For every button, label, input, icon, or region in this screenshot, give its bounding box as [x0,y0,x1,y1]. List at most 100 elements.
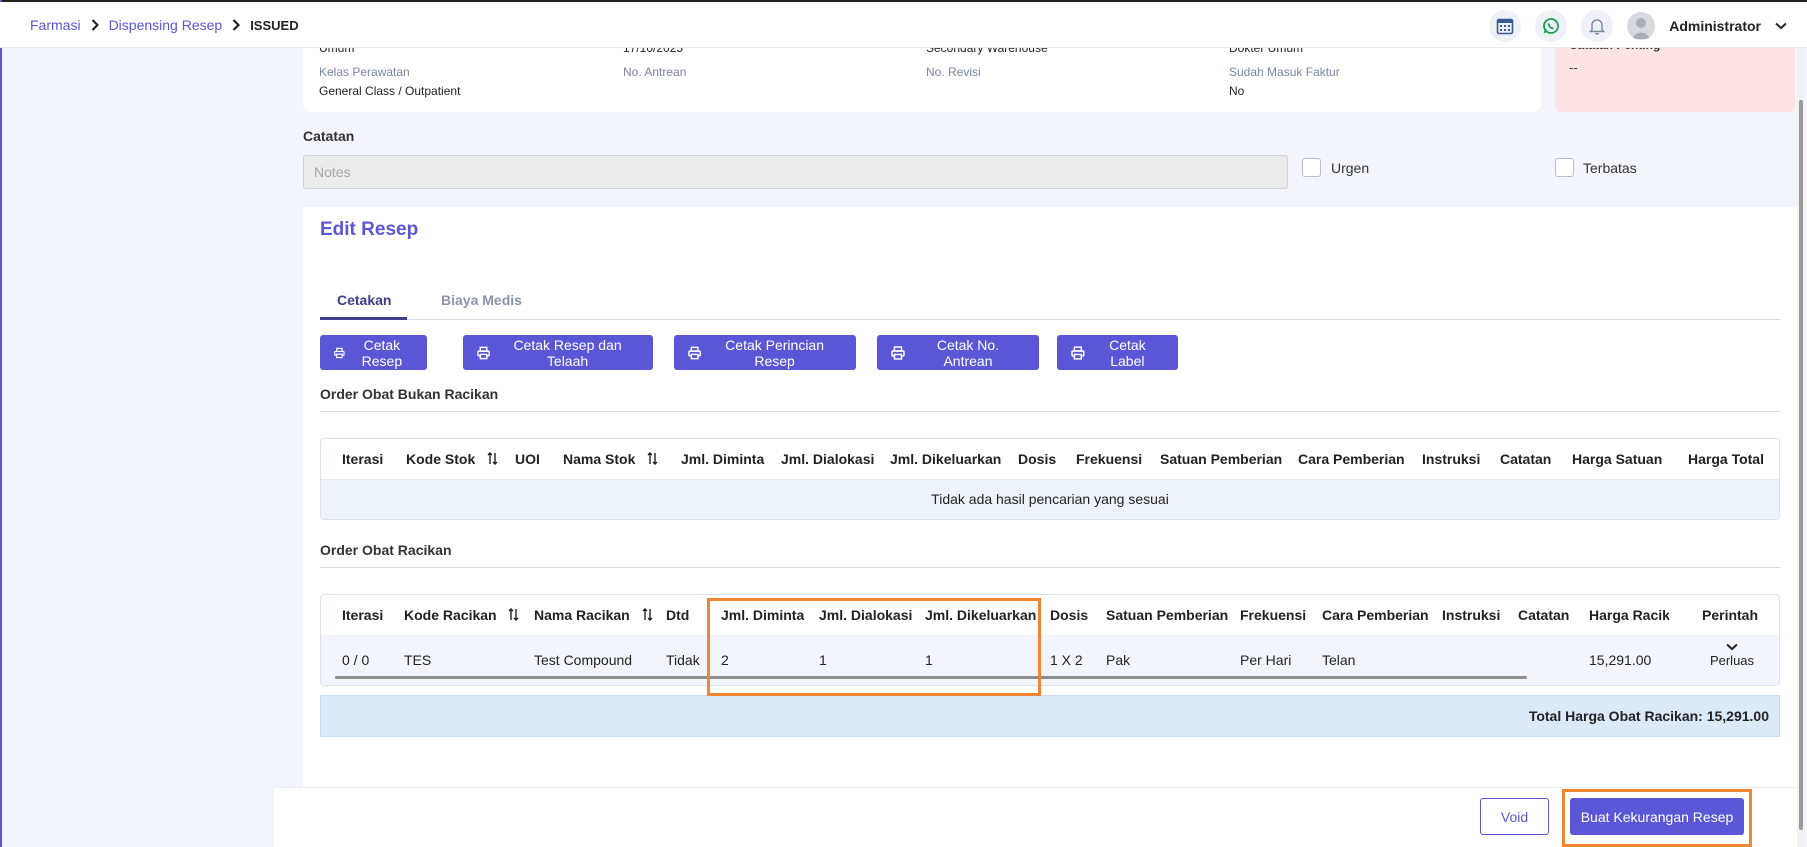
column-header: Catatan [1500,451,1552,467]
page-scrollbar-thumb[interactable] [1799,100,1803,830]
column-header-label: Nama Racikan [534,607,630,623]
cell-route: Telan [1322,652,1356,668]
table-empty-row: Tidak ada hasil pencarian yang sesuai [321,479,1779,519]
printer-icon [1071,345,1085,360]
table-header: Iterasi Kode Racikan Nama Racikan Dtd Jm… [321,595,1779,635]
cell-compound-code: TES [404,652,432,668]
printer-icon [891,345,905,360]
printer-icon [477,346,490,359]
printer-icon [688,346,701,359]
expand-button[interactable]: Perluas [1686,639,1778,668]
column-header: Perintah [1702,607,1759,623]
cell-compound-price: 15,291.00 [1589,652,1652,668]
calendar-button[interactable] [1489,10,1522,42]
info-value: No [1229,84,1245,98]
print-prescription-detail-label: Cetak Perincian Resep [725,336,824,369]
column-header-sortable[interactable]: Kode Racikan [404,607,519,623]
cell-unit: Pak [1106,652,1131,668]
active-tab-indicator [320,317,407,320]
non-compound-title: Order Obat Bukan Racikan [320,386,499,402]
compound-total-bar: Total Harga Obat Racikan: 15,291.00 [320,695,1780,737]
cell-iteration: 0 / 0 [342,652,370,668]
window-left-edge [0,0,2,847]
column-header: Frekuensi [1240,607,1307,623]
column-header: Harga Satuan [1572,451,1663,467]
header-actions: Administrator [1489,10,1787,42]
column-header: UOI [515,451,540,467]
column-header-sortable[interactable]: Kode Stok [406,451,498,467]
section-divider [320,567,1780,568]
chevron-down-icon[interactable] [1775,22,1787,30]
column-header: Jml. Diminta [681,451,765,467]
tab-biaya-medis[interactable]: Biaya Medis [441,292,522,308]
breadcrumb: Farmasi Dispensing Resep ISSUED [30,17,299,33]
sort-icon [647,452,658,465]
column-header: Iterasi [342,607,384,623]
cell-dose: 1 X 2 [1050,652,1083,668]
compound-table: Iterasi Kode Racikan Nama Racikan Dtd Jm… [320,594,1780,686]
print-label-button[interactable]: Cetak Label [1057,335,1178,370]
print-queue-number-label: Cetak No. Antrean [936,336,1000,369]
edit-prescription-card: Edit Resep Cetakan Biaya Medis Cetak Res… [303,207,1797,787]
non-compound-table: Iterasi Kode Stok UOI Nama Stok Jml. Dim… [320,438,1780,520]
calendar-icon [1496,18,1514,35]
notes-input[interactable] [303,155,1288,189]
column-header: Satuan Pemberian [1160,451,1283,467]
column-header-label: Kode Stok [406,451,476,467]
breadcrumb-dispensing-resep[interactable]: Dispensing Resep [109,17,223,33]
whatsapp-button[interactable] [1535,10,1568,42]
print-label-label: Cetak Label [1109,336,1146,369]
column-header: Frekuensi [1076,451,1143,467]
table-header: Iterasi Kode Stok UOI Nama Stok Jml. Dim… [321,439,1779,479]
info-label: Kelas Perawatan [319,65,410,79]
info-value: General Class / Outpatient [319,84,461,98]
column-header: Dosis [1018,451,1057,467]
top-bar: Farmasi Dispensing Resep ISSUED Administ… [0,2,1807,48]
notification-button[interactable] [1581,10,1614,42]
avatar-icon [1631,18,1652,39]
column-header: Catatan [1518,607,1570,623]
quantity-columns-highlight [707,598,1041,696]
user-name[interactable]: Administrator [1669,18,1761,34]
column-header-label: Nama Stok [563,451,636,467]
tab-bar: Cetakan Biaya Medis [320,282,1780,320]
print-prescription-button[interactable]: Cetak Resep [320,335,427,370]
column-header: Harga Racikan [1589,607,1669,623]
print-prescription-label: Cetak Resep [361,336,403,369]
tab-cetakan[interactable]: Cetakan [337,292,391,308]
sort-icon [508,608,519,621]
info-label: Sudah Masuk Faktur [1229,65,1340,79]
column-header: Jml. Dialokasi [781,451,875,467]
print-queue-number-button[interactable]: Cetak No. Antrean [877,335,1039,370]
restricted-checkbox[interactable] [1555,158,1574,177]
restricted-label: Terbatas [1583,160,1637,176]
column-header: Dtd [666,607,690,623]
breadcrumb-farmasi[interactable]: Farmasi [30,17,81,33]
void-button[interactable]: Void [1480,798,1549,835]
notes-label: Catatan [303,128,355,144]
column-header: Harga Total [1688,451,1764,467]
print-prescription-detail-button[interactable]: Cetak Perincian Resep [674,335,856,370]
cell-compound-name: Test Compound [534,652,633,668]
chevron-down-icon [1726,643,1738,651]
urgent-checkbox[interactable] [1302,158,1321,177]
sort-icon [487,452,498,465]
user-avatar[interactable] [1627,12,1656,40]
breadcrumb-current: ISSUED [250,17,299,33]
column-header: Instruksi [1442,607,1501,623]
cell-dtd: Tidak [666,652,700,668]
urgent-label: Urgen [1331,160,1370,176]
column-header-sortable[interactable]: Nama Racikan [534,607,653,623]
cell-frequency: Per Hari [1240,652,1292,668]
print-prescription-review-button[interactable]: Cetak Resep dan Telaah [463,335,653,370]
column-header: Cara Pemberian [1298,451,1405,467]
shortage-button-highlight [1562,789,1752,847]
chevron-right-icon [232,19,241,31]
empty-message: Tidak ada hasil pencarian yang sesuai [931,491,1169,507]
section-divider [320,411,1780,412]
column-header: Dosis [1050,607,1089,623]
info-label: No. Antrean [623,65,687,79]
column-header-sortable[interactable]: Nama Stok [563,451,658,467]
column-header: Cara Pemberian [1322,607,1429,623]
column-header: Instruksi [1422,451,1481,467]
